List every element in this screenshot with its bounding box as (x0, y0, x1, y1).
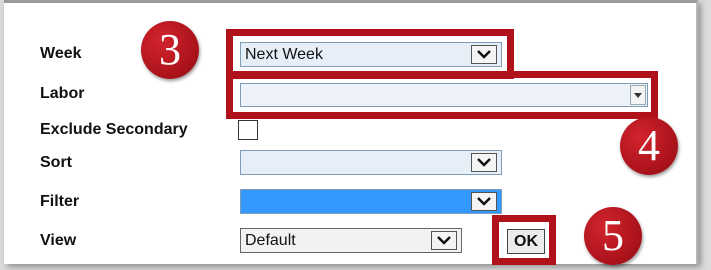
labor-label: Labor (40, 85, 85, 102)
chevron-down-icon (477, 197, 491, 206)
step-3-badge: 3 (141, 21, 199, 79)
callout-box-ok (492, 215, 556, 265)
view-dropdown-button[interactable] (431, 231, 457, 250)
week-label: Week (40, 45, 82, 62)
filter-dropdown-button[interactable] (471, 192, 497, 211)
sort-label: Sort (40, 154, 72, 171)
exclude-secondary-checkbox[interactable] (238, 120, 258, 140)
filter-select[interactable] (240, 189, 502, 214)
filter-label: Filter (40, 193, 80, 210)
view-select-value: Default (245, 232, 296, 249)
exclude-secondary-label: Exclude Secondary (40, 121, 188, 138)
report-options-panel: Week Next Week Labor Exclude Secondary S… (4, 0, 698, 265)
view-select[interactable]: Default (240, 228, 462, 253)
chevron-down-icon (437, 236, 451, 245)
sort-select[interactable] (240, 150, 502, 175)
sort-dropdown-button[interactable] (471, 153, 497, 172)
step-4-badge: 4 (620, 117, 678, 175)
chevron-down-icon (477, 158, 491, 167)
callout-box-labor (226, 71, 658, 119)
step-5-badge: 5 (584, 207, 642, 265)
view-label: View (40, 232, 77, 249)
